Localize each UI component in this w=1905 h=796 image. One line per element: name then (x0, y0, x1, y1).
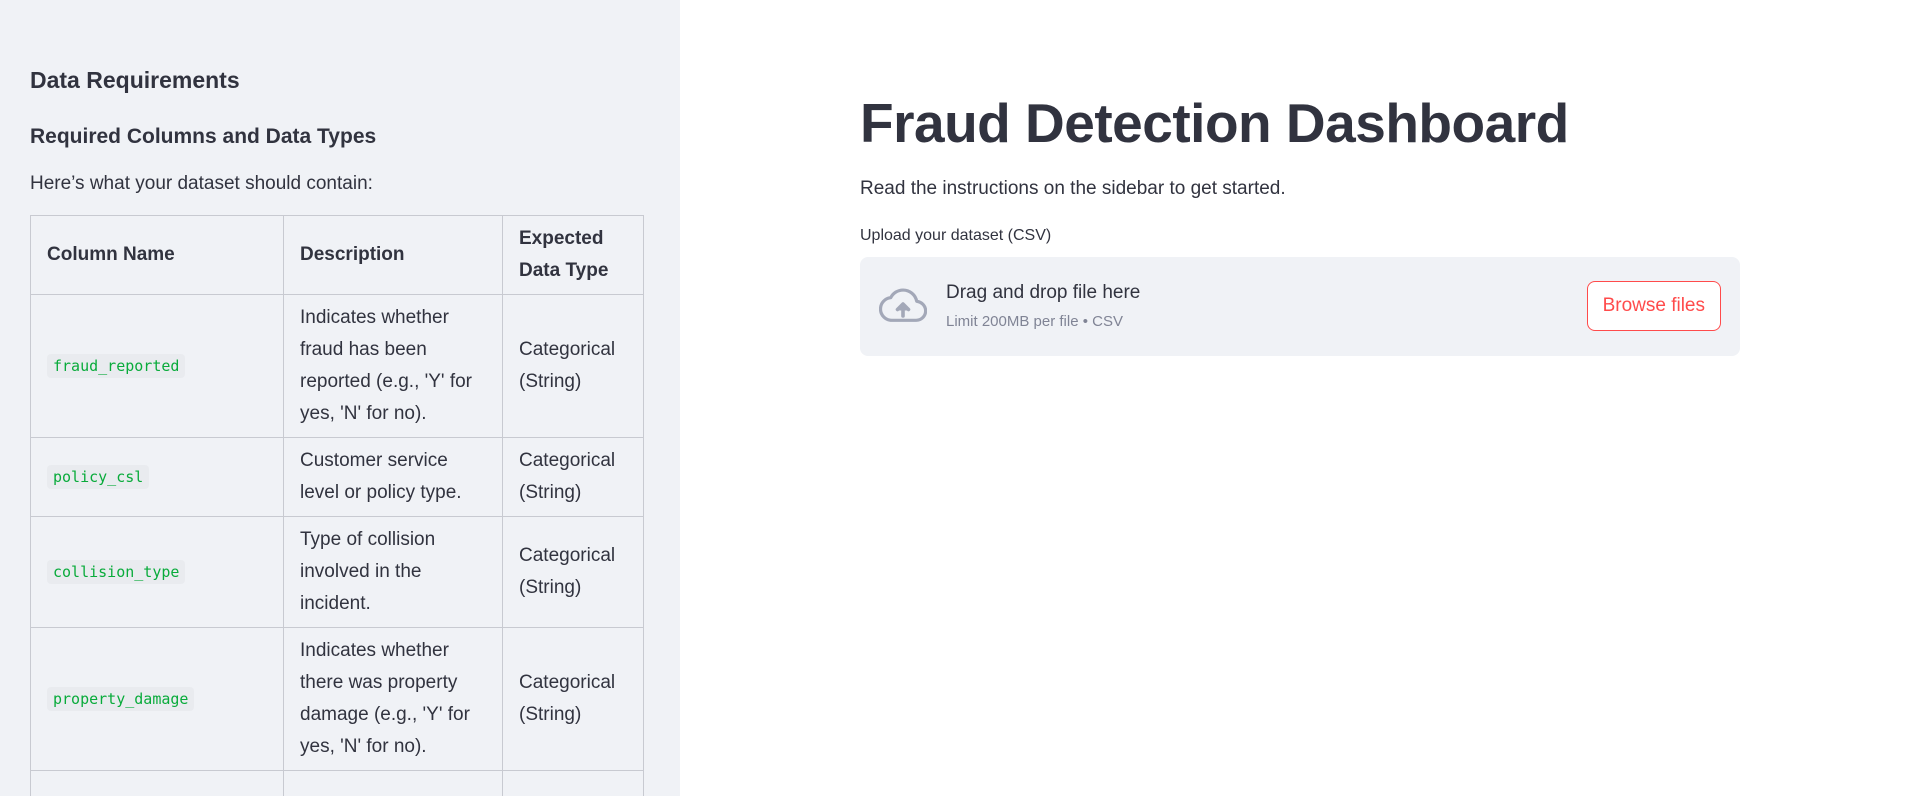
cell-description: Indicates whether there was property dam… (283, 627, 503, 771)
table-row (30, 770, 644, 796)
column-code: collision_type (47, 560, 186, 584)
cell-type: Categorical (String) (502, 516, 644, 628)
cell-column-name: policy_csl (30, 437, 284, 517)
sidebar-heading: Data Requirements (30, 67, 240, 93)
sidebar-intro: Here’s what your dataset should contain: (30, 173, 373, 194)
cell-column-name (30, 770, 284, 796)
header-description: Description (283, 215, 503, 295)
dropzone-instruction: Drag and drop file here (946, 282, 1141, 303)
table-header-row: Column Name Description Expected Data Ty… (30, 215, 644, 295)
column-code: policy_csl (47, 465, 150, 489)
table-row: fraud_reported Indicates whether fraud h… (30, 294, 644, 438)
page-title: Fraud Detection Dashboard (860, 92, 1569, 154)
file-dropzone[interactable]: Drag and drop file here Limit 200MB per … (860, 257, 1740, 356)
dropzone-limit: Limit 200MB per file • CSV (946, 313, 1123, 330)
cell-description (283, 770, 503, 796)
main-block: Fraud Detection Dashboard Read the instr… (860, 88, 1740, 356)
app-root: Data Requirements Required Columns and D… (0, 0, 1905, 796)
cell-description: Type of collision involved in the incide… (283, 516, 503, 628)
table-row: collision_type Type of collision involve… (30, 516, 644, 628)
column-code: property_damage (47, 687, 195, 711)
file-uploader-label: Upload your dataset (CSV) (860, 227, 1052, 244)
cell-column-name: collision_type (30, 516, 284, 628)
header-expected-type: Expected Data Type (502, 215, 644, 295)
cell-column-name: property_damage (30, 627, 284, 771)
requirements-table: Column Name Description Expected Data Ty… (30, 215, 644, 796)
dropzone-text: Drag and drop file here Limit 200MB per … (946, 280, 1140, 333)
column-code: fraud_reported (47, 354, 186, 378)
table-row: property_damage Indicates whether there … (30, 627, 644, 771)
cell-type: Categorical (String) (502, 294, 644, 438)
table-row: policy_csl Customer service level or pol… (30, 437, 644, 517)
cell-type: Categorical (String) (502, 437, 644, 517)
cell-description: Indicates whether fraud has been reporte… (283, 294, 503, 438)
cell-type: Categorical (String) (502, 627, 644, 771)
cell-type (502, 770, 644, 796)
header-column-name: Column Name (30, 215, 284, 295)
cell-column-name: fraud_reported (30, 294, 284, 438)
cloud-upload-icon (879, 288, 927, 322)
main-content: Fraud Detection Dashboard Read the instr… (680, 0, 1905, 796)
sidebar: Data Requirements Required Columns and D… (0, 0, 680, 796)
page-subtitle: Read the instructions on the sidebar to … (860, 178, 1286, 199)
cell-description: Customer service level or policy type. (283, 437, 503, 517)
browse-files-button[interactable]: Browse files (1586, 281, 1721, 331)
sidebar-subheading: Required Columns and Data Types (30, 125, 377, 148)
sidebar-content: Data Requirements Required Columns and D… (30, 62, 644, 796)
